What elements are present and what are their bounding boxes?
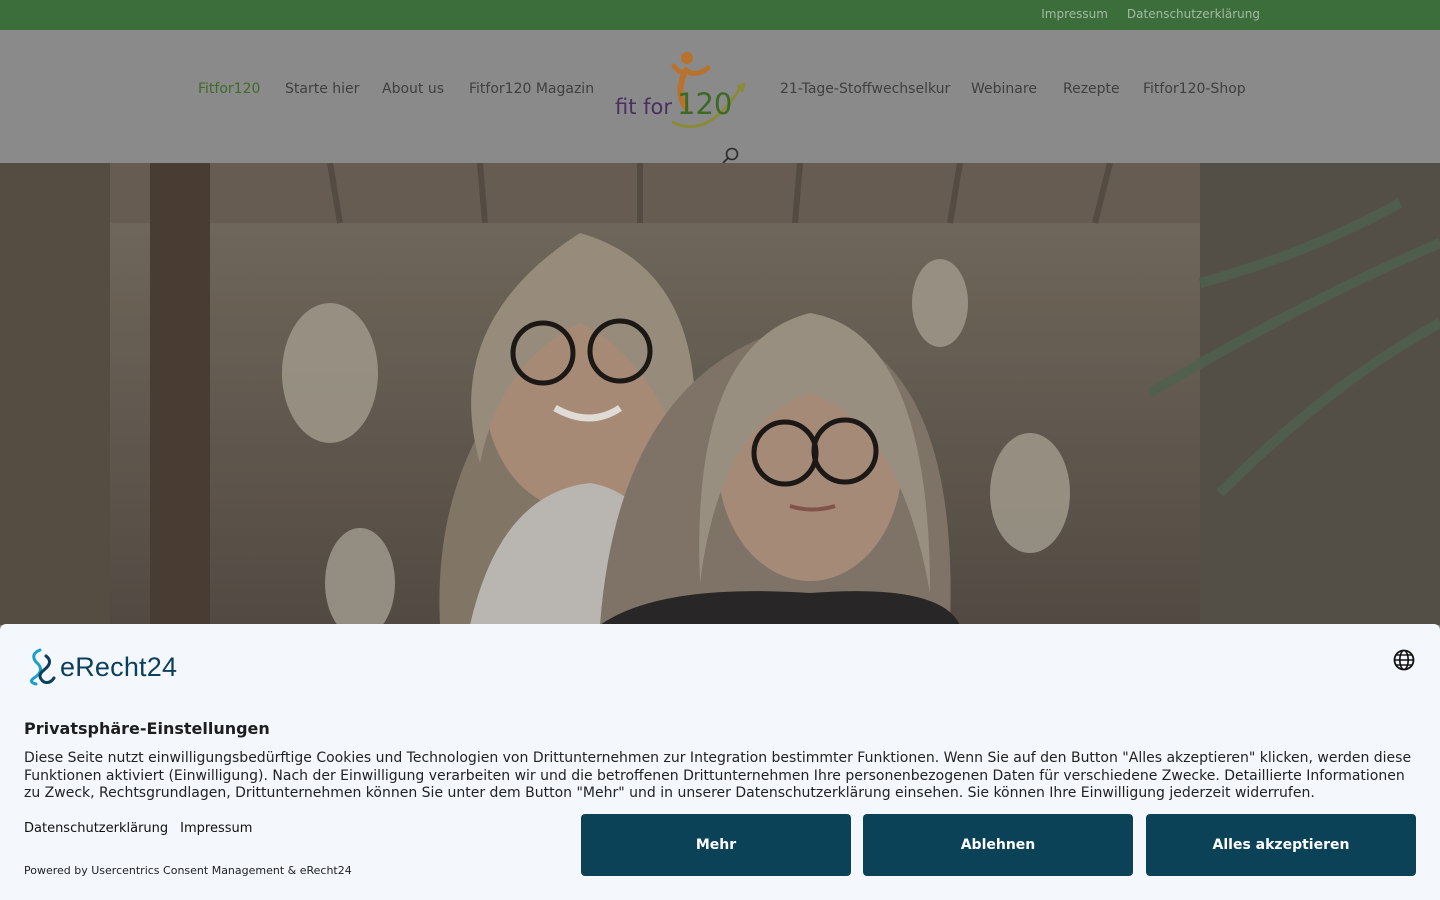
accept-all-button[interactable]: Alles akzeptieren — [1146, 814, 1416, 876]
powered-by-text: Powered by Usercentrics Consent Manageme… — [24, 864, 352, 877]
logo-graphic: fit for 120 — [615, 52, 746, 128]
cookie-consent-panel: eRecht24 Privatsphäre-Einstellungen Dies… — [0, 624, 1440, 900]
nav-item-rezepte[interactable]: Rezepte — [1063, 81, 1120, 97]
site-logo[interactable]: fit for 120 — [612, 48, 754, 132]
erecht24-logo-icon — [29, 648, 56, 686]
nav-item-webinare[interactable]: Webinare — [971, 81, 1037, 97]
consent-links: Datenschutzerklärung Impressum — [24, 821, 252, 836]
more-button[interactable]: Mehr — [581, 814, 851, 876]
nav-item-stoffwechselkur[interactable]: 21-Tage-Stoffwechselkur — [780, 81, 950, 97]
erecht24-brand-text: eRecht24 — [60, 651, 178, 682]
nav-item-shop[interactable]: Fitfor120-Shop — [1143, 81, 1246, 97]
nav-item-magazin[interactable]: Fitfor120 Magazin — [469, 81, 594, 97]
top-link-impressum[interactable]: Impressum — [1041, 7, 1108, 21]
top-links: Impressum Datenschutzerklärung — [1041, 7, 1260, 21]
hero-photo-couple — [0, 163, 1440, 625]
consent-title: Privatsphäre-Einstellungen — [24, 719, 270, 738]
decline-button[interactable]: Ablehnen — [863, 814, 1133, 876]
consent-description: Diese Seite nutzt einwilligungsbedürftig… — [24, 750, 1412, 801]
consent-link-imprint[interactable]: Impressum — [180, 821, 252, 836]
consent-link-privacy[interactable]: Datenschutzerklärung — [24, 821, 168, 836]
globe-icon[interactable] — [1393, 649, 1415, 671]
nav-item-starte-hier[interactable]: Starte hier — [285, 81, 359, 97]
hero-image — [0, 163, 1440, 625]
erecht24-logo: eRecht24 — [24, 648, 177, 686]
top-utility-bar: Impressum Datenschutzerklärung — [0, 0, 1440, 30]
site-header: Fitfor120 Starte hier About us Fitfor120… — [0, 30, 1440, 164]
top-link-datenschutz[interactable]: Datenschutzerklärung — [1127, 7, 1260, 21]
logo-text-120: 120 — [677, 87, 732, 121]
nav-item-about-us[interactable]: About us — [382, 81, 444, 97]
nav-item-fitfor120[interactable]: Fitfor120 — [198, 81, 260, 97]
logo-text-fitfor: fit for — [615, 95, 672, 119]
